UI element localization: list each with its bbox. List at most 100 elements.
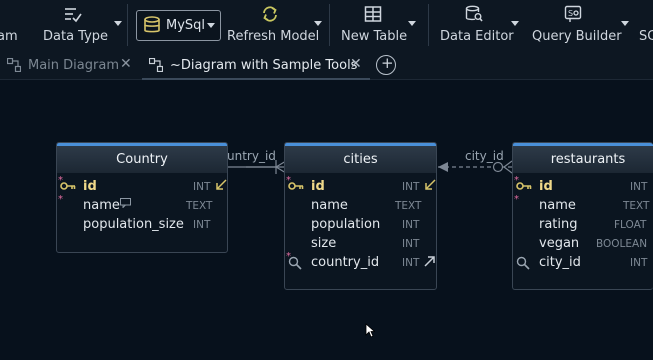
new-table-dropdown-icon[interactable] bbox=[408, 21, 416, 26]
toolbar-separator bbox=[329, 4, 330, 46]
data-editor-label: Data Editor bbox=[440, 29, 514, 44]
column-name: size bbox=[311, 236, 337, 251]
entity-cities[interactable]: cities * id INT name TEXT population INT bbox=[284, 142, 437, 290]
tab-diagram-sample-tools-label: ~Diagram with Sample Tools bbox=[170, 58, 358, 73]
column-type: BOOLEAN bbox=[596, 238, 648, 250]
data-type-button[interactable]: Data Type bbox=[40, 0, 122, 50]
svg-text:S: S bbox=[568, 9, 573, 18]
diagram-icon bbox=[149, 58, 163, 72]
data-type-icon bbox=[65, 8, 82, 23]
primary-key-icon bbox=[516, 182, 532, 190]
refresh-model-dropdown-icon[interactable] bbox=[314, 21, 322, 26]
close-icon[interactable]: ✕ bbox=[350, 56, 362, 72]
column-type: TEXT bbox=[186, 200, 213, 212]
add-tab-button[interactable]: + bbox=[376, 54, 396, 75]
entity-header[interactable]: Country bbox=[57, 143, 227, 173]
diagram-button-label: am bbox=[0, 29, 18, 44]
entity-title: restaurants bbox=[550, 152, 626, 167]
data-editor-button[interactable]: Data Editor bbox=[440, 0, 522, 50]
toolbar: am Data Type MySql Refresh Model New Tab… bbox=[0, 0, 653, 50]
incoming-reference-arrow-icon bbox=[216, 179, 227, 190]
mandatory-star-icon: * bbox=[58, 194, 63, 205]
database-type-value: MySql bbox=[166, 18, 206, 33]
query-builder-icon: S bbox=[564, 5, 582, 22]
link-label-city-id: city_id bbox=[465, 149, 504, 163]
link-label-country-id: untry_id bbox=[227, 149, 276, 163]
column-type: INT bbox=[193, 181, 211, 193]
column-name: id bbox=[311, 179, 325, 194]
sql-button[interactable]: SC bbox=[638, 0, 653, 50]
column-row[interactable]: * name TEXT bbox=[57, 194, 227, 215]
column-row[interactable]: * id INT bbox=[513, 175, 653, 196]
column-name: name bbox=[83, 198, 120, 213]
column-name: population_size bbox=[83, 217, 184, 232]
table-icon bbox=[364, 6, 382, 22]
primary-key-icon bbox=[288, 182, 304, 190]
column-row[interactable]: * country_id INT bbox=[285, 251, 436, 272]
diagram-canvas[interactable]: untry_id city_id Country * id INT * name bbox=[0, 81, 653, 360]
column-name: id bbox=[539, 179, 553, 194]
column-type: INT bbox=[402, 257, 420, 269]
column-name: id bbox=[83, 179, 97, 194]
refresh-model-label: Refresh Model bbox=[227, 29, 320, 44]
foreign-key-search-icon bbox=[288, 256, 302, 270]
entity-title: Country bbox=[116, 152, 168, 167]
database-type-select[interactable]: MySql bbox=[136, 10, 221, 41]
primary-key-icon bbox=[60, 182, 76, 190]
column-name: name bbox=[539, 198, 576, 213]
entity-restaurants[interactable]: restaurants * id INT * name TEXT rating … bbox=[512, 142, 653, 290]
column-row[interactable]: city_id INT bbox=[513, 253, 653, 272]
tab-main-diagram-label: Main Diagram bbox=[28, 58, 119, 73]
column-row[interactable]: size INT bbox=[285, 234, 436, 253]
active-tab-indicator bbox=[142, 78, 370, 80]
comment-icon bbox=[120, 198, 131, 208]
column-row[interactable]: * name TEXT bbox=[513, 194, 653, 215]
data-editor-icon bbox=[465, 5, 483, 22]
tab-main-diagram[interactable]: Main Diagram ✕ bbox=[0, 50, 140, 80]
query-builder-label: Query Builder bbox=[532, 29, 622, 44]
data-editor-dropdown-icon[interactable] bbox=[511, 21, 519, 26]
new-table-button[interactable]: New Table bbox=[340, 0, 420, 50]
mandatory-star-icon: * bbox=[514, 194, 519, 205]
tab-diagram-sample-tools[interactable]: ~Diagram with Sample Tools ✕ bbox=[142, 50, 370, 80]
column-row[interactable]: population INT bbox=[285, 215, 436, 234]
entity-title: cities bbox=[343, 152, 378, 167]
column-row[interactable]: vegan BOOLEAN bbox=[513, 234, 653, 253]
entity-country[interactable]: Country * id INT * name TEXT population_… bbox=[56, 142, 228, 253]
column-row[interactable]: name TEXT bbox=[285, 196, 436, 215]
column-type: FLOAT bbox=[614, 219, 647, 231]
database-type-caret-icon bbox=[207, 23, 215, 28]
mouse-cursor-icon bbox=[365, 323, 375, 338]
column-row[interactable]: rating FLOAT bbox=[513, 215, 653, 234]
column-type: TEXT bbox=[623, 200, 650, 212]
query-builder-button[interactable]: S Query Builder bbox=[532, 0, 632, 50]
new-table-label: New Table bbox=[341, 29, 408, 44]
refresh-model-button[interactable]: Refresh Model bbox=[226, 0, 326, 50]
outgoing-reference-arrow-icon bbox=[424, 256, 435, 267]
data-type-label: Data Type bbox=[43, 29, 109, 44]
column-type: INT bbox=[630, 257, 648, 269]
tab-bar: Main Diagram ✕ ~Diagram with Sample Tool… bbox=[0, 50, 653, 80]
column-type: INT bbox=[630, 181, 648, 193]
sql-label: SC bbox=[639, 29, 653, 44]
column-row[interactable]: * id INT bbox=[285, 175, 436, 196]
plus-icon: + bbox=[381, 54, 394, 72]
refresh-icon bbox=[263, 6, 277, 22]
column-name: country_id bbox=[311, 255, 380, 270]
toolbar-separator bbox=[428, 4, 429, 46]
entity-header[interactable]: cities bbox=[285, 143, 436, 173]
column-type: TEXT bbox=[395, 200, 422, 212]
column-row[interactable]: * id INT bbox=[57, 175, 227, 196]
foreign-key-search-icon bbox=[516, 256, 530, 270]
entity-header[interactable]: restaurants bbox=[513, 143, 653, 173]
toolbar-separator bbox=[127, 4, 128, 46]
diagram-button[interactable]: am bbox=[0, 0, 24, 50]
column-name: vegan bbox=[539, 236, 580, 251]
close-icon[interactable]: ✕ bbox=[120, 56, 132, 72]
database-icon bbox=[144, 16, 160, 33]
column-name: rating bbox=[539, 217, 578, 232]
query-builder-dropdown-icon[interactable] bbox=[621, 21, 629, 26]
incoming-reference-arrow-icon bbox=[425, 179, 436, 190]
column-row[interactable]: population_size INT bbox=[57, 215, 227, 234]
data-type-dropdown-icon[interactable] bbox=[114, 21, 122, 26]
